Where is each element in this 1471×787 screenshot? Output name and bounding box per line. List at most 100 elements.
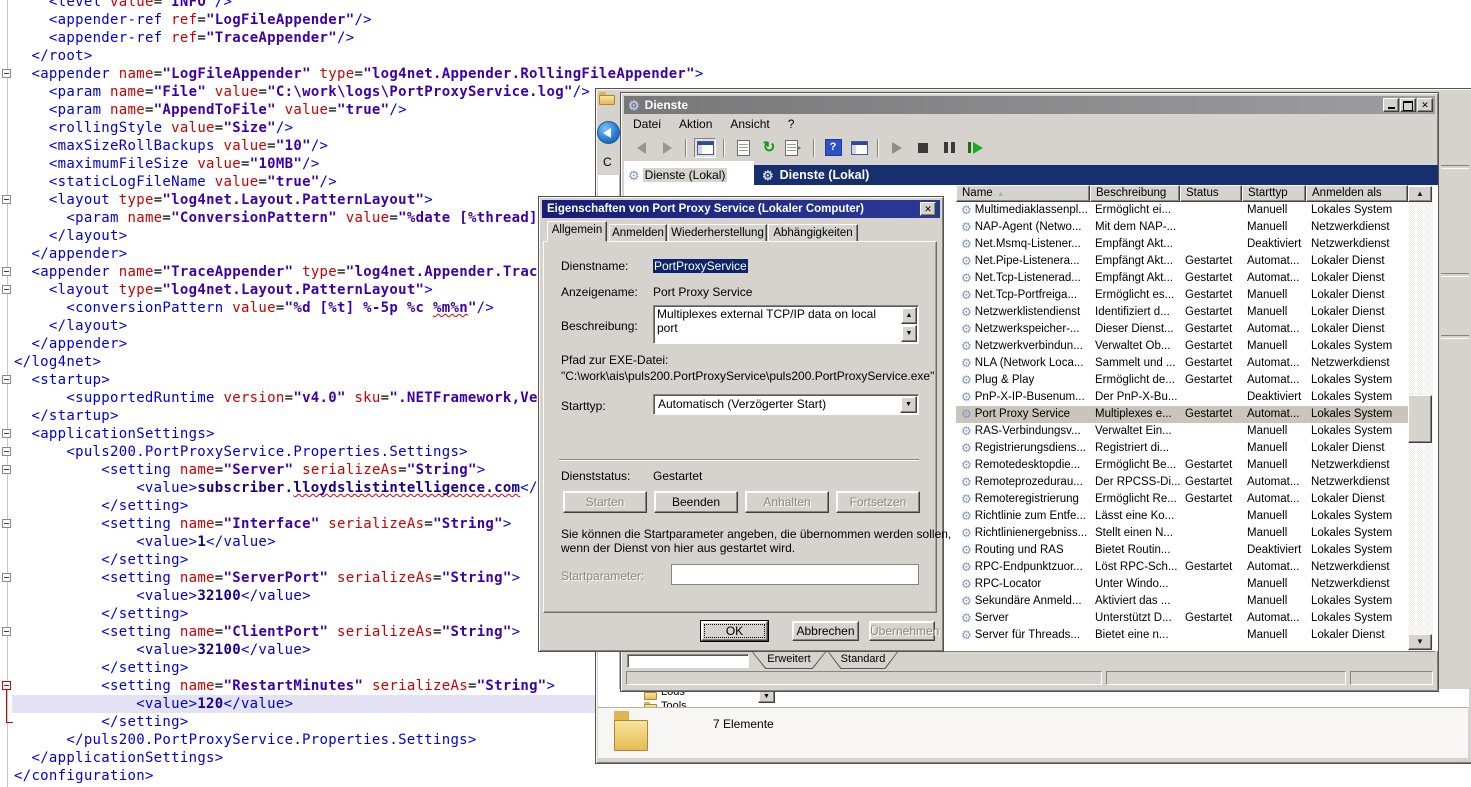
scrollbar[interactable]: ▲ ▼ bbox=[1408, 185, 1433, 651]
fold-marker[interactable] bbox=[2, 465, 11, 474]
uebernehmen-button[interactable]: Übernehmen bbox=[869, 621, 935, 641]
scroll-up-icon[interactable]: ▲ bbox=[1408, 186, 1432, 202]
code-line: <setting name="ClientPort" serializeAs="… bbox=[14, 623, 520, 641]
fortsetzen-button[interactable]: Fortsetzen bbox=[836, 491, 920, 513]
service-row[interactable]: ⚙NAP-Agent (Netwo...Mit dem NAP-...Manue… bbox=[956, 219, 1408, 236]
forward-icon[interactable] bbox=[656, 138, 678, 158]
close-icon[interactable]: ✕ bbox=[920, 202, 936, 216]
service-row[interactable]: ⚙Richtlinienergebniss...Stellt einen N..… bbox=[956, 525, 1408, 542]
back-icon[interactable] bbox=[630, 138, 652, 158]
service-row[interactable]: ⚙Server für Threads...Bietet eine n...Ma… bbox=[956, 627, 1408, 644]
service-row[interactable]: ⚙Multimediaklassenpl...Ermöglicht ei...M… bbox=[956, 202, 1408, 219]
service-row[interactable]: ⚙Net.Tcp-Portfreiga...Ermöglicht es...Ge… bbox=[956, 287, 1408, 304]
service-row[interactable]: ⚙Sekundäre Anmeld...Aktiviert das ...Man… bbox=[956, 593, 1408, 610]
tab-wiederherstellung[interactable]: Wiederherstellung bbox=[668, 224, 767, 242]
starten-button[interactable]: Starten bbox=[563, 491, 647, 513]
service-row[interactable]: ⚙NetzwerklistendienstIdentifiziert d...G… bbox=[956, 304, 1408, 321]
toolbar: ↻ ? bbox=[624, 134, 1435, 161]
service-row[interactable]: ⚙PnP-X-IP-Busenum...Der PnP-X-Bu...Deakt… bbox=[956, 389, 1408, 406]
startparameter-input[interactable] bbox=[671, 564, 919, 585]
tab-erweitert[interactable]: Erweitert bbox=[752, 652, 826, 669]
fold-marker[interactable] bbox=[2, 519, 11, 528]
tab-anmelden[interactable]: Anmelden bbox=[609, 224, 667, 242]
maximize-button[interactable] bbox=[1400, 98, 1416, 112]
menu-item-aktion[interactable]: Aktion bbox=[670, 117, 721, 131]
tab-standard[interactable]: Standard bbox=[828, 652, 898, 669]
fold-marker[interactable] bbox=[2, 627, 11, 636]
help-icon[interactable]: ? bbox=[822, 138, 844, 158]
fold-marker-red[interactable] bbox=[2, 681, 11, 690]
gear-icon: ⚙ bbox=[961, 373, 972, 387]
stop-service-icon[interactable] bbox=[912, 138, 934, 158]
beenden-button[interactable]: Beenden bbox=[654, 491, 738, 513]
service-row[interactable]: ⚙RPC-LocatorUnter Windo...ManuellNetzwer… bbox=[956, 576, 1408, 593]
service-row[interactable]: ⚙Port Proxy ServiceMultiplexes e...Gesta… bbox=[956, 406, 1408, 423]
filter-box[interactable] bbox=[627, 654, 749, 668]
chevron-down-icon[interactable]: ▼ bbox=[900, 396, 917, 413]
service-row[interactable]: ⚙ServerUnterstützt D...GestartetAutomat.… bbox=[956, 610, 1408, 627]
scroll-down-icon[interactable]: ▼ bbox=[1408, 634, 1432, 650]
column-header-anmeldenals[interactable]: Anmelden als bbox=[1306, 185, 1408, 202]
pause-service-icon[interactable] bbox=[938, 138, 960, 158]
beschreibung-field[interactable]: Multiplexes external TCP/IP data on loca… bbox=[653, 305, 919, 344]
restart-service-icon[interactable] bbox=[964, 138, 986, 158]
refresh-icon[interactable]: ↻ bbox=[758, 138, 780, 158]
close-button[interactable]: ✕ bbox=[1417, 98, 1433, 112]
column-header-beschreibung[interactable]: Beschreibung bbox=[1090, 185, 1180, 202]
services-titlebar[interactable]: ⚙ Dienste bbox=[624, 96, 1435, 114]
fold-marker[interactable] bbox=[2, 267, 11, 276]
service-row[interactable]: ⚙Richtlinie zum Entfe...Lässt eine Ko...… bbox=[956, 508, 1408, 525]
editor-gutter[interactable] bbox=[0, 0, 12, 787]
scrollbar-thumb[interactable] bbox=[1408, 395, 1432, 443]
tab-abhaengigkeiten[interactable]: Abhängigkeiten bbox=[768, 224, 858, 242]
scroll-down-icon[interactable]: ▼ bbox=[901, 325, 917, 342]
anhalten-button[interactable]: Anhalten bbox=[745, 491, 829, 513]
dialog-titlebar[interactable]: Eigenschaften von Port Proxy Service (Lo… bbox=[542, 200, 940, 218]
column-header-starttyp[interactable]: Starttyp bbox=[1242, 185, 1306, 202]
service-row[interactable]: ⚙RPC-Endpunktzuor...Löst RPC-Sch...Gesta… bbox=[956, 559, 1408, 576]
column-header-status[interactable]: Status bbox=[1180, 185, 1242, 202]
fold-marker[interactable] bbox=[2, 285, 11, 294]
service-row[interactable]: ⚙Netzwerkspeicher-...Dieser Dienst...Ges… bbox=[956, 321, 1408, 338]
service-row[interactable]: ⚙Remotedesktopdie...Ermöglicht Be...Gest… bbox=[956, 457, 1408, 474]
service-row[interactable]: ⚙Net.Tcp-Listenerad...Empfängt Akt...Ges… bbox=[956, 270, 1408, 287]
service-row[interactable]: ⚙NLA (Network Loca...Sammelt und ...Gest… bbox=[956, 355, 1408, 372]
fold-marker[interactable] bbox=[2, 429, 11, 438]
service-row[interactable]: ⚙Registrierungsdiens...Registriert di...… bbox=[956, 440, 1408, 457]
service-row[interactable]: ⚙Netzwerkverbindun...Verwaltet Ob...Gest… bbox=[956, 338, 1408, 355]
service-row[interactable]: ⚙Net.Pipe-Listenera...Empfängt Akt...Ges… bbox=[956, 253, 1408, 270]
service-row[interactable]: ⚙Remoteprozedurau...Der RPCSS-Di...Gesta… bbox=[956, 474, 1408, 491]
menu-item-ansicht[interactable]: Ansicht bbox=[721, 117, 778, 131]
properties-icon[interactable] bbox=[732, 138, 754, 158]
service-row[interactable]: ⚙RAS-Verbindungsv...Verwaltet Ein...Manu… bbox=[956, 423, 1408, 440]
service-row[interactable]: ⚙Routing und RASBietet Routin...Deaktivi… bbox=[956, 542, 1408, 559]
service-row[interactable]: ⚙Plug & PlayErmöglicht de...GestartetAut… bbox=[956, 372, 1408, 389]
abbrechen-button[interactable]: Abbrechen bbox=[792, 621, 859, 641]
console-tree-icon[interactable] bbox=[694, 138, 716, 158]
fold-marker[interactable] bbox=[2, 195, 11, 204]
ok-button[interactable]: OK bbox=[701, 621, 768, 641]
start-service-icon[interactable] bbox=[886, 138, 908, 158]
tree-item-dienste-lokal[interactable]: ⚙ Dienste (Lokal) bbox=[628, 168, 727, 182]
starttyp-combobox[interactable]: Automatisch (Verzögerter Start) ▼ bbox=[653, 394, 919, 415]
tree-item-label[interactable]: Tools bbox=[661, 700, 687, 707]
fold-marker[interactable] bbox=[2, 447, 11, 456]
fold-marker[interactable] bbox=[2, 69, 11, 78]
fold-marker[interactable] bbox=[2, 375, 11, 384]
scroll-up-icon[interactable]: ▲ bbox=[901, 307, 917, 324]
menu-item-datei[interactable]: Datei bbox=[624, 117, 670, 131]
tab-allgemein[interactable]: Allgemein bbox=[547, 221, 607, 242]
fold-marker[interactable] bbox=[2, 573, 11, 582]
service-row[interactable]: ⚙RemoteregistrierungErmöglicht Re...Gest… bbox=[956, 491, 1408, 508]
extended-view-icon[interactable] bbox=[848, 138, 870, 158]
export-list-icon[interactable] bbox=[784, 138, 806, 158]
back-icon[interactable] bbox=[597, 121, 620, 144]
minimize-button[interactable] bbox=[1383, 98, 1399, 112]
menu-item-[interactable]: ? bbox=[779, 117, 804, 131]
code-line: <setting name="Server" serializeAs="Stri… bbox=[14, 461, 485, 479]
service-cell: Lokales System bbox=[1306, 406, 1408, 423]
divider bbox=[1441, 335, 1469, 339]
gear-icon: ⚙ bbox=[961, 458, 972, 472]
service-row[interactable]: ⚙Net.Msmq-Listener...Empfängt Akt...Deak… bbox=[956, 236, 1408, 253]
column-header-name[interactable]: Name▲ bbox=[956, 185, 1090, 202]
